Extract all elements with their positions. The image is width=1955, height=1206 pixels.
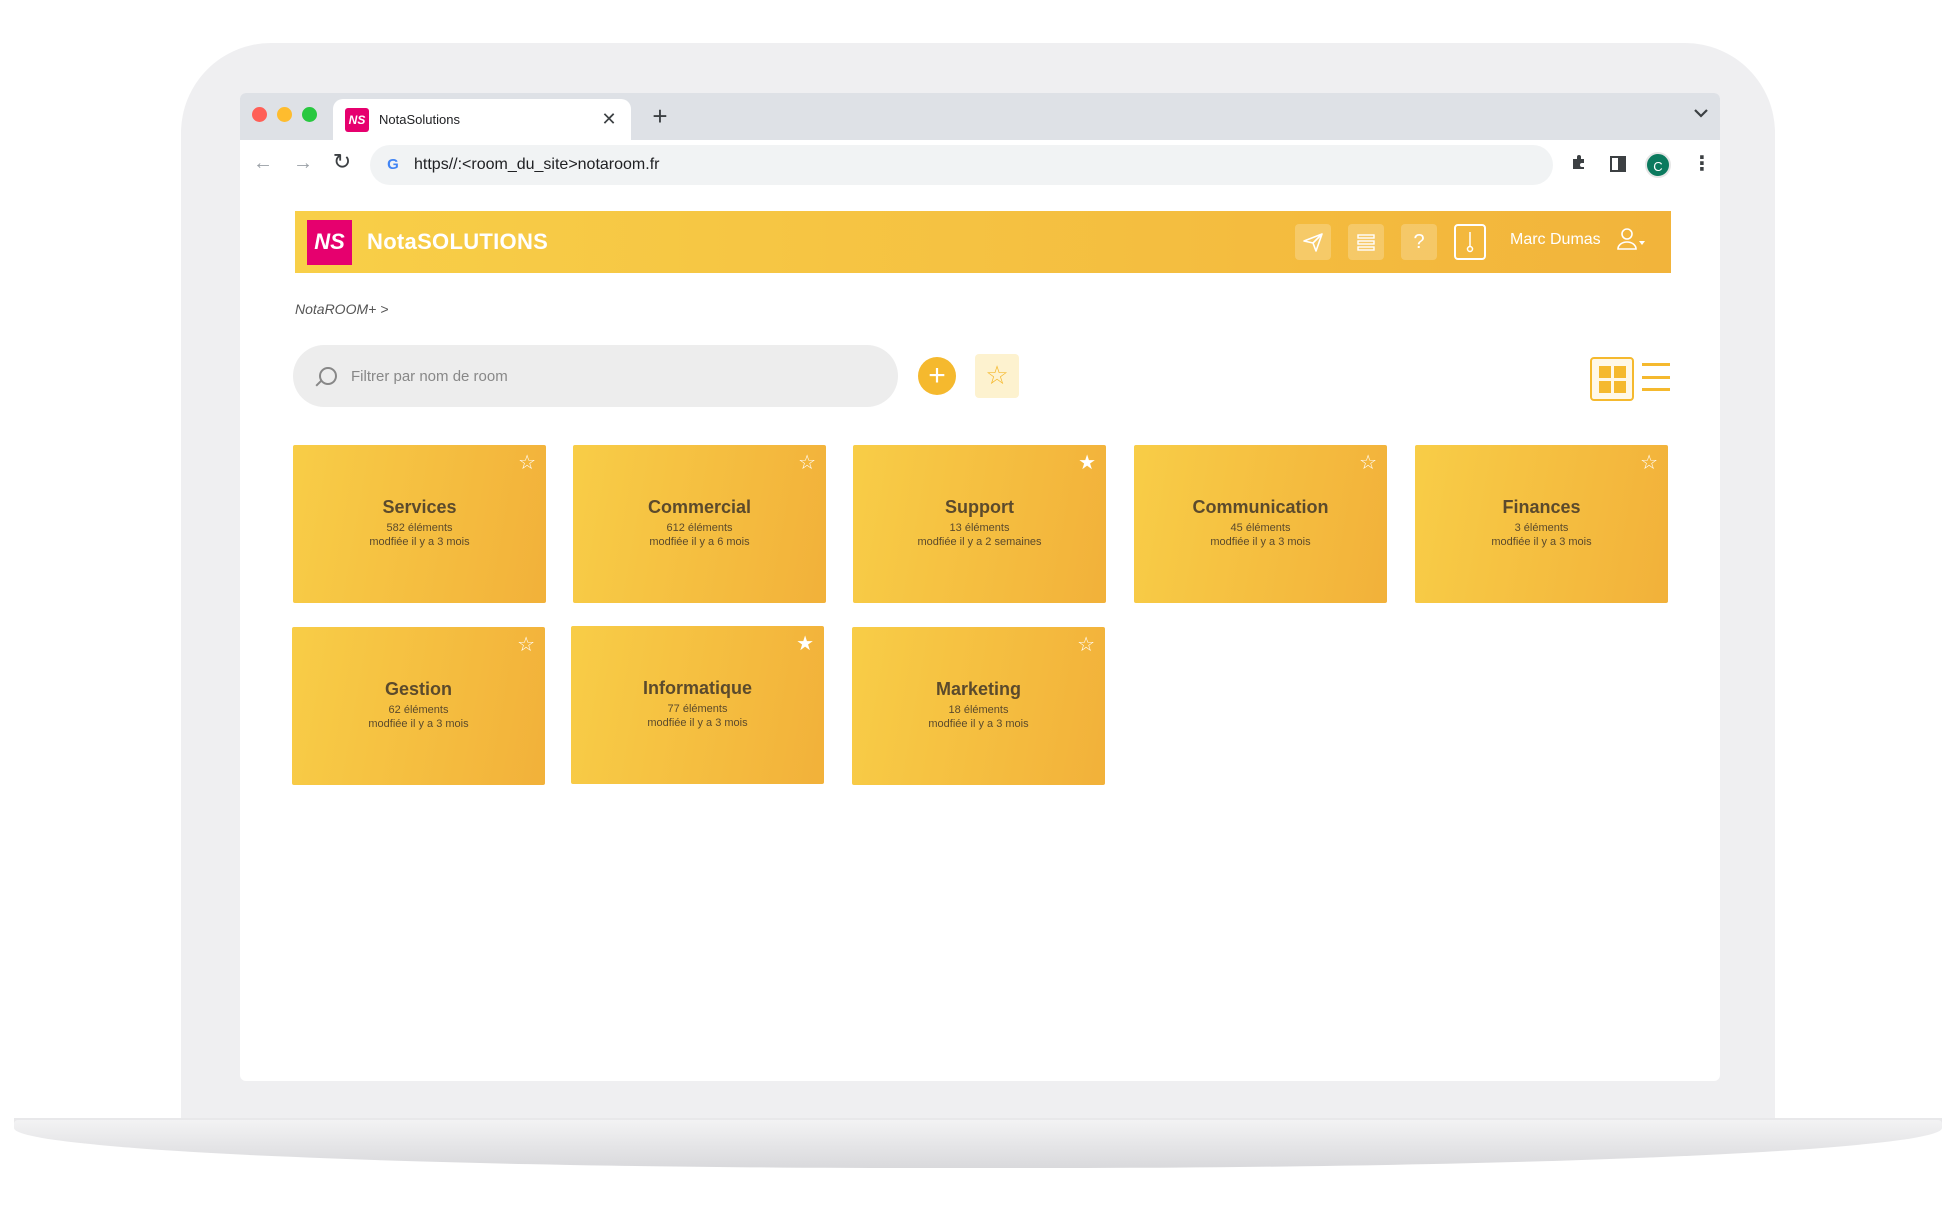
google-icon: G xyxy=(387,156,399,173)
close-window-button[interactable] xyxy=(252,107,267,122)
app-title: NotaSOLUTIONS xyxy=(367,229,549,254)
tab-bar: NS NotaSolutions ✕ + xyxy=(240,93,1720,140)
tab-title: NotaSolutions xyxy=(379,112,460,127)
browser-menu-icon[interactable]: ⋮ xyxy=(1692,151,1712,176)
help-icon[interactable]: ? xyxy=(1401,224,1437,260)
room-modified: modfiée il y a 2 semaines xyxy=(917,536,1042,548)
room-count: 45 éléments xyxy=(1230,522,1291,534)
favorite-star-icon[interactable]: ☆ xyxy=(1640,453,1658,473)
room-modified: modfiée il y a 6 mois xyxy=(649,536,750,548)
room-name: Gestion xyxy=(384,679,452,699)
room-card[interactable]: ☆ Commercial 612 éléments modfiée il y a… xyxy=(573,445,826,603)
room-card[interactable]: ★ Informatique 77 éléments modfiée il y … xyxy=(571,626,824,784)
laptop-base xyxy=(14,1120,1942,1168)
new-tab-button[interactable]: + xyxy=(645,101,675,132)
room-card[interactable]: ☆ Communication 45 éléments modfiée il y… xyxy=(1134,445,1387,603)
room-name: Commercial xyxy=(647,497,752,517)
list-line xyxy=(1642,375,1670,379)
list-view-button[interactable] xyxy=(1642,363,1670,391)
room-name: Informatique xyxy=(642,678,752,698)
grid-cell xyxy=(1613,380,1626,393)
extensions-icon[interactable] xyxy=(1570,153,1588,176)
user-name[interactable]: Marc Dumas xyxy=(1510,231,1601,249)
favorite-star-icon[interactable]: ☆ xyxy=(517,635,535,655)
grid-cell xyxy=(1598,365,1611,378)
room-name: Support xyxy=(945,497,1014,517)
user-icon[interactable] xyxy=(1617,227,1647,257)
favicon-icon: NS xyxy=(345,107,369,132)
favorite-star-icon[interactable]: ☆ xyxy=(1359,453,1377,473)
tab-close-icon[interactable]: ✕ xyxy=(599,109,619,130)
room-card[interactable]: ☆ Finances 3 éléments modfiée il y a 3 m… xyxy=(1415,445,1668,603)
list-line xyxy=(1642,363,1670,366)
rooms-grid: ☆ Services 582 éléments modfiée il y a 3… xyxy=(292,445,1672,785)
back-arrow-icon[interactable]: ← xyxy=(250,152,276,175)
favorite-star-icon[interactable]: ☆ xyxy=(518,453,536,473)
tab-search-chevron-icon[interactable] xyxy=(1694,105,1708,123)
send-icon[interactable] xyxy=(1295,224,1331,260)
room-modified: modfiée il y a 3 mois xyxy=(369,536,470,548)
room-count: 18 éléments xyxy=(948,704,1009,716)
room-name: Marketing xyxy=(935,679,1022,699)
favorite-star-filled-icon[interactable]: ★ xyxy=(796,634,814,654)
room-count: 612 éléments xyxy=(666,522,733,534)
forward-arrow-icon[interactable]: → xyxy=(290,152,316,175)
room-name: Services xyxy=(382,497,457,517)
laptop-mockup: NS NotaSolutions ✕ + ← → ↻ G https//:<ro… xyxy=(0,0,1955,1206)
room-card[interactable]: ★ Support 13 éléments modfiée il y a 2 s… xyxy=(853,445,1106,603)
room-modified: modfiée il y a 3 mois xyxy=(1491,536,1592,548)
search-input[interactable] xyxy=(351,367,851,385)
browser-window: NS NotaSolutions ✕ + ← → ↻ G https//:<ro… xyxy=(240,93,1720,1081)
favorite-star-filled-icon[interactable]: ★ xyxy=(1078,453,1096,473)
list-line xyxy=(1642,388,1670,391)
room-card[interactable]: ☆ Marketing 18 éléments modfiée il y a 3… xyxy=(852,627,1105,785)
favorite-star-icon[interactable]: ☆ xyxy=(798,453,816,473)
minimize-window-button[interactable] xyxy=(277,107,292,122)
room-icon[interactable] xyxy=(1454,224,1486,260)
grid-view-button[interactable] xyxy=(1590,357,1634,401)
profile-avatar[interactable]: C xyxy=(1645,152,1671,178)
settings-icon[interactable] xyxy=(1348,224,1384,260)
favorites-filter-button[interactable]: ☆ xyxy=(975,354,1019,398)
add-room-button[interactable]: + xyxy=(918,357,956,395)
room-count: 77 éléments xyxy=(667,703,728,715)
browser-toolbar: ← → ↻ G https//:<room_du_site>notaroom.f… xyxy=(240,140,1720,192)
search-bar[interactable] xyxy=(293,345,898,407)
address-bar[interactable]: G https//:<room_du_site>notaroom.fr xyxy=(370,145,1553,185)
maximize-window-button[interactable] xyxy=(302,107,317,122)
favorite-star-icon[interactable]: ☆ xyxy=(1077,635,1095,655)
room-modified: modfiée il y a 3 mois xyxy=(1210,536,1311,548)
brand-logo[interactable]: NS xyxy=(307,219,352,265)
room-modified: modfiée il y a 3 mois xyxy=(647,717,748,729)
room-modified: modfiée il y a 3 mois xyxy=(928,718,1029,730)
grid-cell xyxy=(1598,380,1611,393)
url-text[interactable]: https//:<room_du_site>notaroom.fr xyxy=(414,156,659,174)
room-name: Communication xyxy=(1192,497,1329,517)
room-name: Finances xyxy=(1502,497,1581,517)
room-card[interactable]: ☆ Gestion 62 éléments modfiée il y a 3 m… xyxy=(292,627,545,785)
room-modified: modfiée il y a 3 mois xyxy=(368,718,469,730)
grid-cell xyxy=(1613,365,1626,378)
room-card[interactable]: ☆ Services 582 éléments modfiée il y a 3… xyxy=(293,445,546,603)
breadcrumb[interactable]: NotaROOM+ > xyxy=(295,301,388,317)
side-panel-icon[interactable] xyxy=(1610,156,1626,172)
room-count: 13 éléments xyxy=(949,522,1010,534)
browser-tab[interactable]: NS NotaSolutions ✕ xyxy=(333,99,631,140)
room-count: 62 éléments xyxy=(388,704,449,716)
room-count: 582 éléments xyxy=(386,522,453,534)
room-count: 3 éléments xyxy=(1514,522,1569,534)
reload-icon[interactable]: ↻ xyxy=(329,149,355,175)
search-icon xyxy=(319,367,337,385)
app-header: NS NotaSOLUTIONS ? Marc Dumas xyxy=(295,211,1671,273)
